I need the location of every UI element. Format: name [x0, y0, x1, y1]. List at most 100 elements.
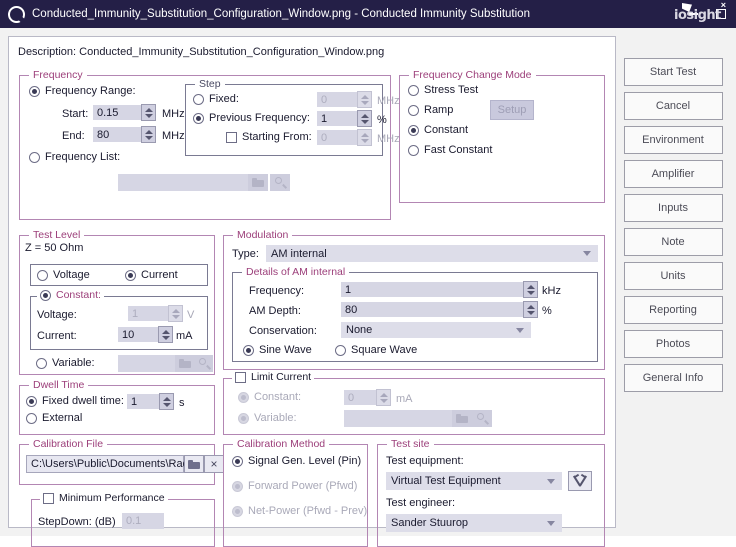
- voltage-stepper[interactable]: [168, 305, 183, 322]
- reporting-button[interactable]: Reporting: [623, 296, 723, 324]
- calibration-net-power-radio[interactable]: Net-Power (Pfwd - Prev): [232, 505, 367, 517]
- frequency-change-mode-legend: Frequency Change Mode: [409, 69, 536, 81]
- cancel-button[interactable]: Cancel: [623, 92, 723, 120]
- modulation-type-select[interactable]: AM internal: [266, 245, 598, 262]
- external-dwell-label: External: [42, 412, 83, 424]
- step-fixed-stepper[interactable]: [357, 91, 372, 108]
- frequency-range-radio[interactable]: Frequency Range:: [29, 85, 136, 97]
- starting-from-checkbox[interactable]: Starting From:: [226, 131, 312, 143]
- calibration-file-clear-button[interactable]: ×: [204, 455, 224, 473]
- am-depth-input[interactable]: 80: [341, 302, 523, 317]
- modulation-legend: Modulation: [233, 229, 293, 241]
- test-equipment-select[interactable]: Virtual Test Equipment: [386, 472, 562, 490]
- square-wave-radio[interactable]: Square Wave: [335, 344, 417, 356]
- mode-stress-test-radio[interactable]: Stress Test: [408, 84, 478, 96]
- modulation-type-label: Type:: [232, 248, 259, 260]
- step-previous-frequency-radio[interactable]: Previous Frequency:: [193, 112, 310, 124]
- calibration-file-legend: Calibration File: [29, 438, 108, 450]
- chevron-down-icon: [171, 314, 180, 319]
- configuration-panel: Description: Conducted_Immunity_Substitu…: [8, 36, 616, 547]
- frequency-change-mode-group: Frequency Change Mode Stress Test Ramp C…: [399, 69, 605, 203]
- mode-ramp-radio[interactable]: Ramp: [408, 104, 453, 116]
- calibration-forward-power-radio[interactable]: Forward Power (Pfwd): [232, 480, 357, 492]
- test-level-voltage-radio[interactable]: Voltage: [37, 269, 90, 281]
- dwell-time-input[interactable]: 1: [127, 394, 159, 409]
- mode-constant-radio[interactable]: Constant: [408, 124, 468, 136]
- test-level-variable-input[interactable]: [118, 355, 180, 372]
- minimum-performance-checkbox[interactable]: Minimum Performance: [40, 492, 168, 504]
- photos-button[interactable]: Photos: [623, 330, 723, 358]
- test-level-current-radio[interactable]: Current: [125, 269, 178, 281]
- frequency-list-browse-button[interactable]: [248, 174, 268, 191]
- current-stepper[interactable]: [158, 326, 173, 343]
- am-frequency-input[interactable]: 1: [341, 282, 523, 297]
- calibration-file-browse-button[interactable]: [184, 455, 204, 473]
- units-button[interactable]: Units: [623, 262, 723, 290]
- mode-constant-label: Constant: [424, 124, 469, 136]
- environment-button[interactable]: Environment: [623, 126, 723, 154]
- fixed-dwell-time-radio[interactable]: Fixed dwell time:: [26, 395, 124, 407]
- chevron-down-icon: [547, 520, 555, 526]
- limit-current-checkbox[interactable]: Limit Current: [232, 371, 315, 383]
- conservation-label: Conservation:: [249, 325, 317, 337]
- current-label: Current:: [37, 330, 77, 342]
- setup-button[interactable]: Setup: [490, 100, 534, 120]
- start-input[interactable]: 0.15: [93, 105, 141, 120]
- voltage-input[interactable]: 1: [128, 306, 168, 321]
- test-level-variable-radio[interactable]: Variable:: [36, 357, 95, 369]
- stepdown-label: StepDown: (dB): [38, 516, 116, 528]
- starting-from-input[interactable]: 0: [317, 130, 357, 145]
- limit-current-search-button[interactable]: [472, 410, 492, 427]
- start-test-button[interactable]: Start Test: [623, 58, 723, 86]
- frequency-list-input[interactable]: [118, 174, 253, 191]
- starting-from-stepper[interactable]: [357, 129, 372, 146]
- am-frequency-stepper[interactable]: [523, 281, 538, 298]
- calibration-file-path-input[interactable]: C:\Users\Public\Documents\RadiMatic: [26, 455, 217, 473]
- tools-icon: [572, 473, 588, 488]
- limit-current-browse-button[interactable]: [452, 410, 472, 427]
- test-level-legend: Test Level: [29, 229, 85, 241]
- limit-current-constant-radio[interactable]: Constant:: [238, 391, 301, 403]
- frequency-list-search-button[interactable]: [270, 174, 290, 191]
- mode-fast-constant-radio[interactable]: Fast Constant: [408, 144, 492, 156]
- calibration-signal-gen-radio[interactable]: Signal Gen. Level (Pin): [232, 455, 361, 467]
- step-previous-stepper[interactable]: [357, 110, 372, 127]
- test-equipment-value: Virtual Test Equipment: [391, 475, 501, 487]
- frequency-list-radio[interactable]: Frequency List:: [29, 151, 120, 163]
- maximize-button[interactable]: [714, 7, 728, 21]
- start-stepper[interactable]: [141, 104, 156, 121]
- test-engineer-select[interactable]: Sander Stuurop: [386, 514, 562, 532]
- end-input[interactable]: 80: [93, 127, 141, 142]
- step-previous-input[interactable]: 1: [317, 111, 357, 126]
- stepdown-input[interactable]: 0.1: [122, 513, 164, 529]
- current-input[interactable]: 10: [118, 327, 158, 342]
- test-equipment-tools-button[interactable]: [568, 471, 592, 491]
- limit-current-constant-input[interactable]: 0: [344, 390, 376, 405]
- sine-wave-label: Sine Wave: [259, 344, 312, 356]
- step-fixed-radio[interactable]: Fixed:: [193, 93, 239, 105]
- end-stepper[interactable]: [141, 126, 156, 143]
- frequency-group: Frequency Frequency Range: Start: 0.15 M…: [19, 69, 400, 220]
- test-level-search-button[interactable]: [195, 355, 213, 372]
- limit-current-constant-stepper[interactable]: [376, 389, 391, 406]
- chevron-down-icon: [360, 138, 369, 143]
- test-level-constant-radio[interactable]: Constant:: [37, 289, 104, 301]
- end-label: End:: [62, 130, 85, 142]
- radio-dot-icon: [408, 104, 419, 116]
- am-depth-stepper[interactable]: [523, 301, 538, 318]
- step-fixed-input[interactable]: 0: [317, 92, 357, 107]
- limit-current-variable-input[interactable]: [344, 410, 459, 427]
- general-info-button[interactable]: General Info: [623, 364, 723, 392]
- sine-wave-radio[interactable]: Sine Wave: [243, 344, 312, 356]
- note-button[interactable]: Note: [623, 228, 723, 256]
- test-level-browse-button[interactable]: [175, 355, 195, 372]
- inputs-button[interactable]: Inputs: [623, 194, 723, 222]
- chevron-down-icon: [360, 100, 369, 105]
- minimize-button[interactable]: [686, 7, 700, 21]
- external-dwell-radio[interactable]: External: [26, 412, 82, 424]
- amplifier-button[interactable]: Amplifier: [623, 160, 723, 188]
- radio-dot-icon: [243, 344, 254, 356]
- limit-current-variable-radio[interactable]: Variable:: [238, 412, 297, 424]
- dwell-time-stepper[interactable]: [159, 393, 174, 410]
- conservation-select[interactable]: None: [341, 322, 531, 338]
